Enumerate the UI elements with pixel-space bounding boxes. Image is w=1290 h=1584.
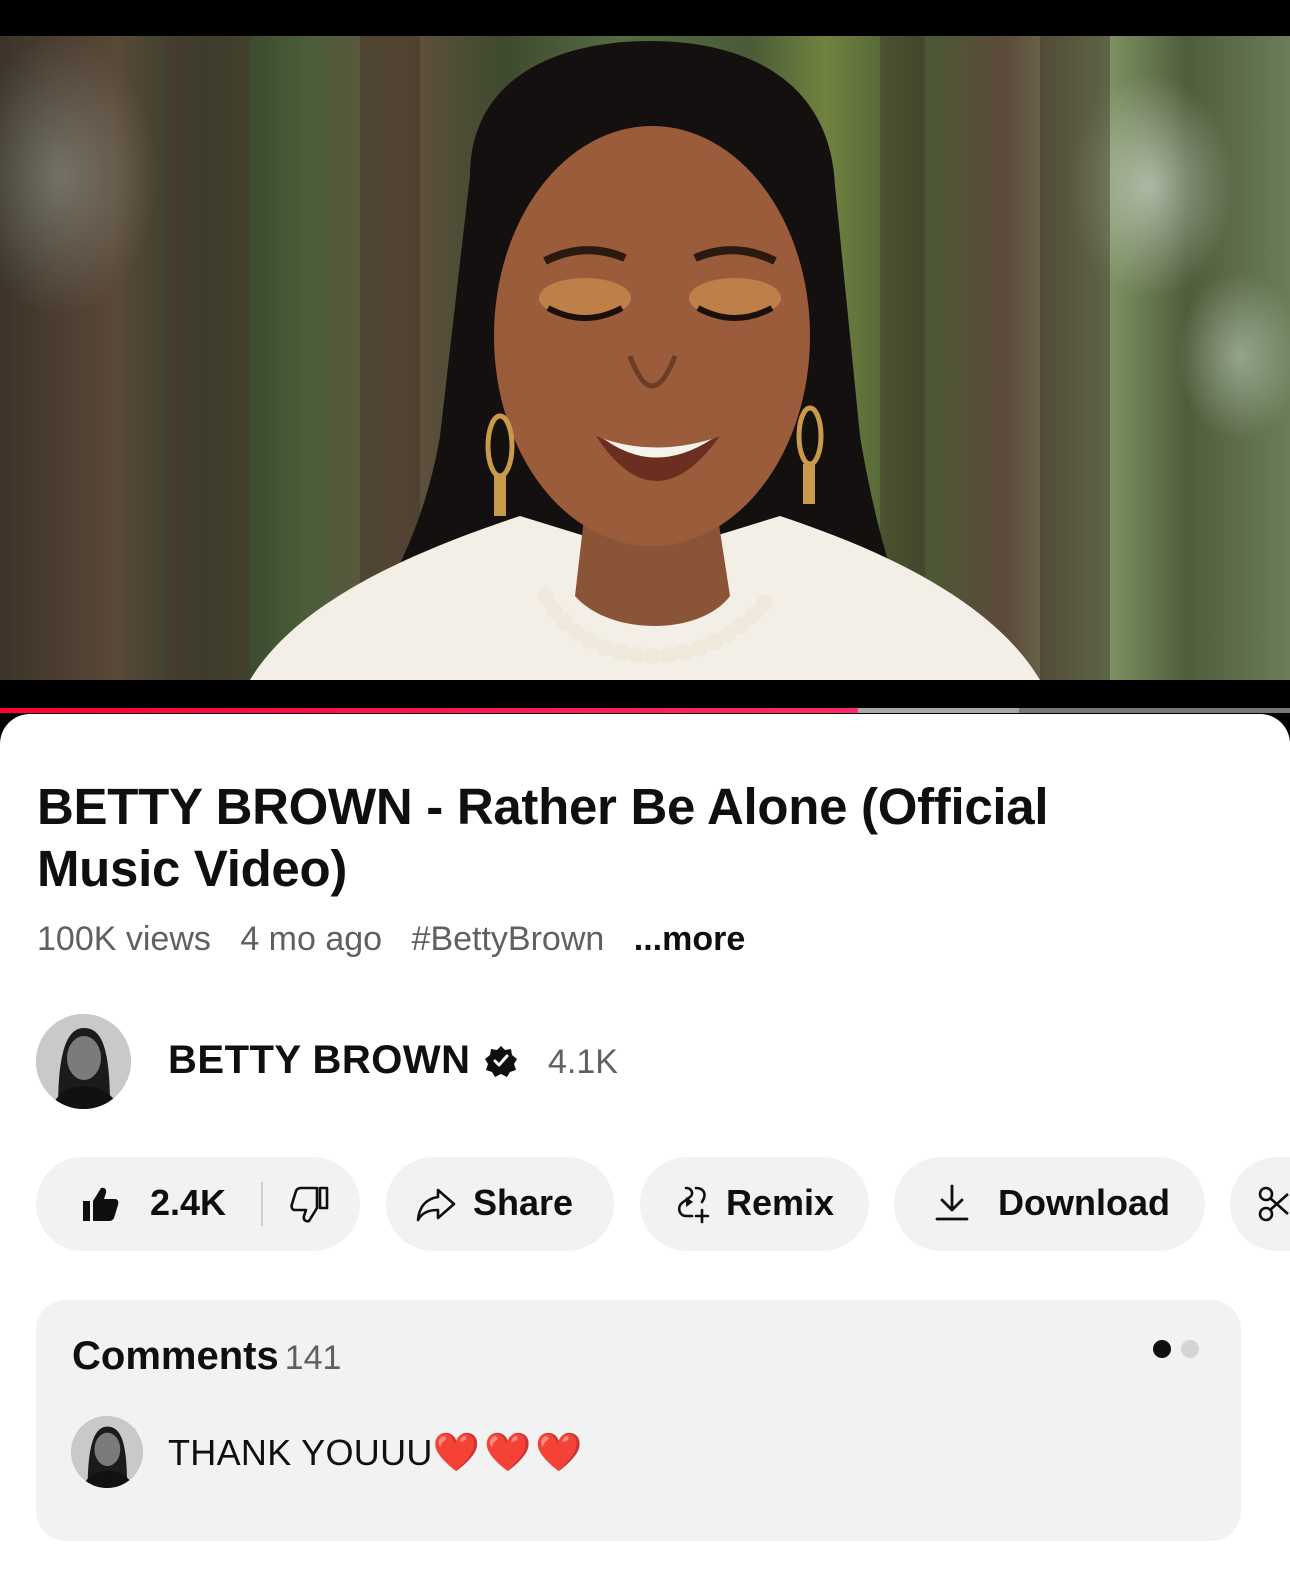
carousel-dot-active <box>1153 1340 1171 1358</box>
verified-badge-icon <box>485 1046 517 1077</box>
comment-emoji: ❤️❤️❤️ <box>432 1430 587 1474</box>
download-button[interactable]: Download <box>894 1157 1205 1251</box>
like-divider <box>261 1182 263 1226</box>
like-dislike-pill: 2.4K <box>36 1157 360 1251</box>
comments-label: Comments <box>72 1334 279 1378</box>
like-count[interactable]: 2.4K <box>150 1182 226 1224</box>
played-bar <box>0 708 858 713</box>
remix-icon <box>672 1184 712 1224</box>
comments-heading: Comments 141 <box>72 1334 341 1379</box>
channel-name[interactable]: BETTY BROWN <box>168 1038 471 1083</box>
more-link[interactable]: ...more <box>634 920 745 958</box>
comment-body: THANK YOUUU <box>168 1432 433 1473</box>
channel-row[interactable]: BETTY BROWN 4.1K <box>36 1014 1236 1110</box>
carousel-dot-inactive <box>1181 1340 1199 1358</box>
video-frame-illustration <box>165 36 1110 680</box>
download-icon <box>932 1183 972 1223</box>
buffered-bar <box>857 708 1020 713</box>
avatar-image <box>36 1014 131 1109</box>
carousel-indicator <box>1153 1340 1199 1360</box>
video-meta-row[interactable]: 100K views 4 mo ago #BettyBrown ...more <box>37 920 765 959</box>
commenter-avatar-image <box>71 1416 143 1488</box>
thumbs-up-icon[interactable] <box>80 1184 120 1224</box>
action-bar: 2.4K Share Remix Download <box>0 1157 1290 1251</box>
subscriber-count: 4.1K <box>548 1043 618 1081</box>
channel-avatar[interactable] <box>36 1014 131 1109</box>
video-title[interactable]: BETTY BROWN - Rather Be Alone (Official … <box>37 776 1197 900</box>
remix-label: Remix <box>726 1182 835 1223</box>
screen: BETTY BROWN - Rather Be Alone (Official … <box>0 0 1290 1584</box>
thumbs-down-icon[interactable] <box>290 1185 330 1225</box>
hashtag-link[interactable]: #BettyBrown <box>412 920 605 958</box>
video-progress-bar[interactable] <box>0 708 1290 713</box>
share-icon <box>416 1184 456 1224</box>
view-count: 100K views <box>37 920 211 958</box>
video-details-sheet: BETTY BROWN - Rather Be Alone (Official … <box>0 714 1290 1584</box>
top-comment-text: THANK YOUUU❤️❤️❤️ <box>168 1430 587 1475</box>
video-player[interactable] <box>0 36 1290 680</box>
commenter-avatar <box>71 1416 143 1488</box>
remix-button[interactable]: Remix <box>640 1157 869 1251</box>
upload-age: 4 mo ago <box>240 920 383 958</box>
clip-icon <box>1254 1184 1290 1224</box>
comments-count: 141 <box>284 1339 342 1377</box>
share-label: Share <box>473 1182 574 1223</box>
download-label: Download <box>998 1182 1170 1223</box>
share-button[interactable]: Share <box>386 1157 614 1251</box>
comments-card[interactable]: Comments 141 THANK YOUUU❤️❤️❤️ <box>36 1300 1241 1541</box>
clip-button[interactable] <box>1230 1157 1290 1251</box>
